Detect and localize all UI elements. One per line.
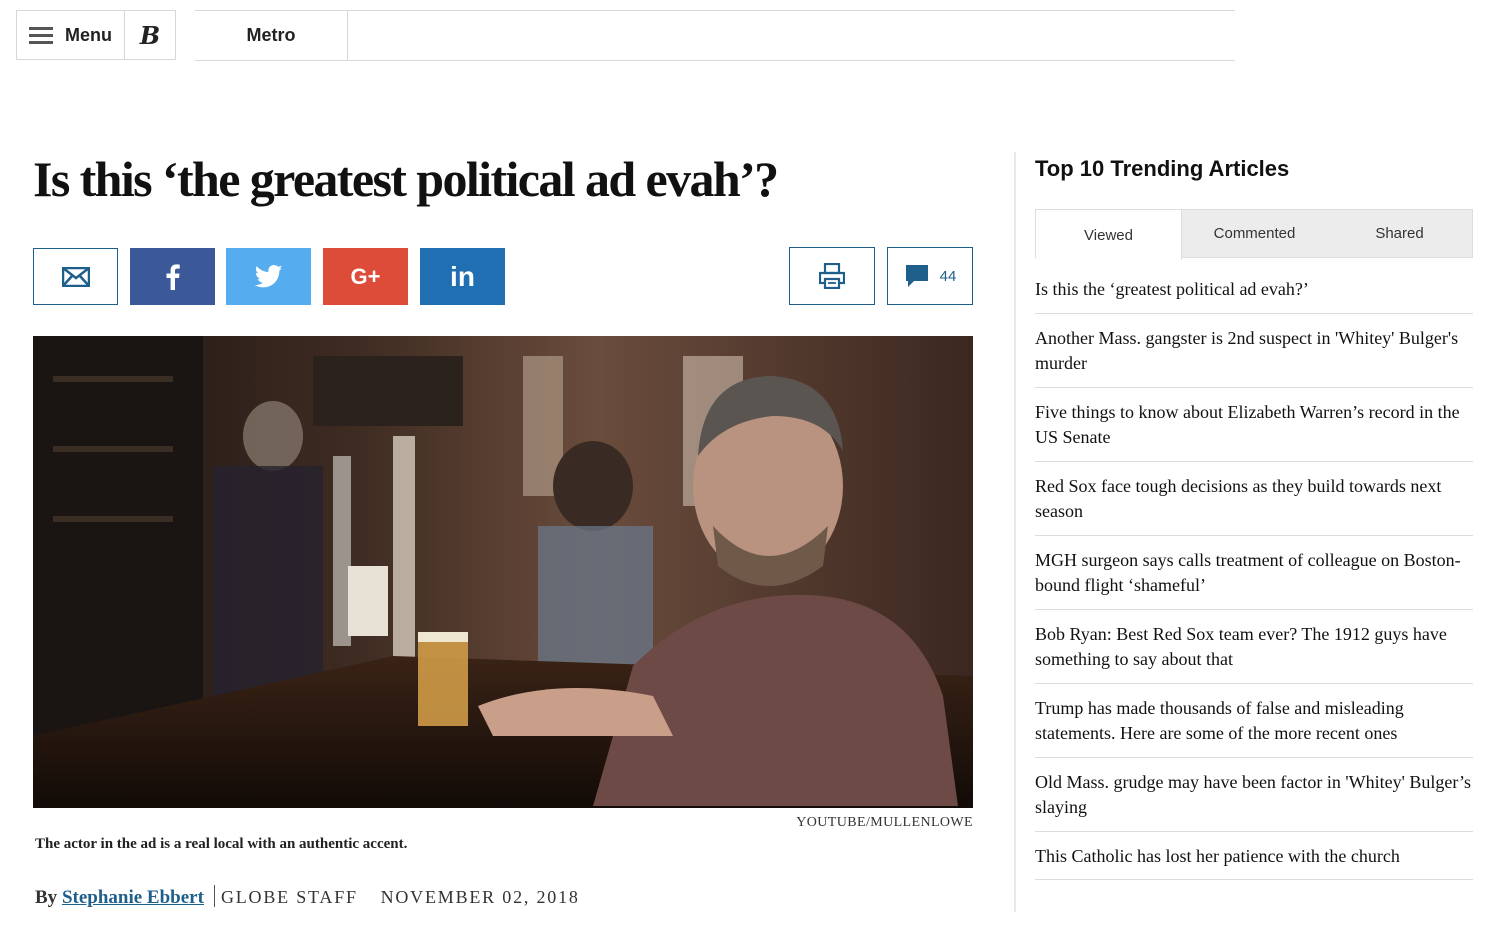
- photo-caption: The actor in the ad is a real local with…: [35, 836, 408, 852]
- section-link-metro[interactable]: Metro: [195, 11, 348, 60]
- share-linkedin-button[interactable]: in: [420, 248, 505, 305]
- tab-commented[interactable]: Commented: [1182, 210, 1327, 257]
- menu-button[interactable]: Menu: [17, 11, 125, 59]
- byline: By Stephanie Ebbert GLOBE STAFF NOVEMBER …: [35, 885, 580, 909]
- comments-button[interactable]: 44: [887, 247, 973, 305]
- share-googleplus-button[interactable]: G+: [323, 248, 408, 305]
- byline-prefix: By: [35, 887, 58, 908]
- trending-item[interactable]: This Catholic has lost her patience with…: [1035, 832, 1473, 880]
- trending-item[interactable]: Old Mass. grudge may have been factor in…: [1035, 758, 1473, 832]
- tab-shared[interactable]: Shared: [1327, 210, 1472, 257]
- sidebar-divider: [1014, 152, 1016, 912]
- publish-date: NOVEMBER 02, 2018: [380, 887, 580, 907]
- trending-item[interactable]: Red Sox face tough decisions as they bui…: [1035, 462, 1473, 536]
- article-headline: Is this ‘the greatest political ad evah’…: [33, 151, 779, 207]
- photo-credit: YOUTUBE/MULLENLOWE: [796, 815, 973, 830]
- comment-bubble-icon: [905, 265, 928, 287]
- trending-title: Top 10 Trending Articles: [1035, 156, 1290, 181]
- trending-item[interactable]: Five things to know about Elizabeth Warr…: [1035, 388, 1473, 462]
- globe-logo[interactable]: B: [125, 21, 175, 50]
- comment-count: 44: [939, 267, 957, 285]
- menu-box: Menu B: [16, 10, 176, 60]
- trending-list: Is this the ‘greatest political ad evah?…: [1035, 265, 1473, 880]
- trending-item[interactable]: Trump has made thousands of false and mi…: [1035, 684, 1473, 758]
- share-twitter-button[interactable]: [226, 248, 311, 305]
- facebook-icon: [166, 263, 180, 290]
- hamburger-icon: [29, 26, 53, 44]
- trending-tabs: Viewed Commented Shared: [1035, 209, 1473, 260]
- byline-staff: GLOBE STAFF: [220, 887, 358, 907]
- trending-item[interactable]: Bob Ryan: Best Red Sox team ever? The 19…: [1035, 610, 1473, 684]
- share-facebook-button[interactable]: [130, 248, 215, 305]
- article-photo: [33, 336, 973, 808]
- byline-divider: [213, 885, 215, 907]
- print-button[interactable]: [789, 247, 875, 305]
- author-link[interactable]: Stephanie Ebbert: [62, 887, 204, 908]
- email-icon: [61, 266, 90, 287]
- trending-item[interactable]: MGH surgeon says calls treatment of coll…: [1035, 536, 1473, 610]
- share-email-button[interactable]: [33, 248, 118, 305]
- trending-item[interactable]: Another Mass. gangster is 2nd suspect in…: [1035, 314, 1473, 388]
- trending-item[interactable]: Is this the ‘greatest political ad evah?…: [1035, 265, 1473, 314]
- twitter-icon: [254, 265, 282, 288]
- bar-scene-illustration: [33, 336, 973, 808]
- tab-viewed[interactable]: Viewed: [1036, 210, 1182, 260]
- menu-label: Menu: [65, 24, 112, 45]
- printer-icon: [819, 263, 845, 289]
- section-bar: Metro: [195, 10, 1235, 61]
